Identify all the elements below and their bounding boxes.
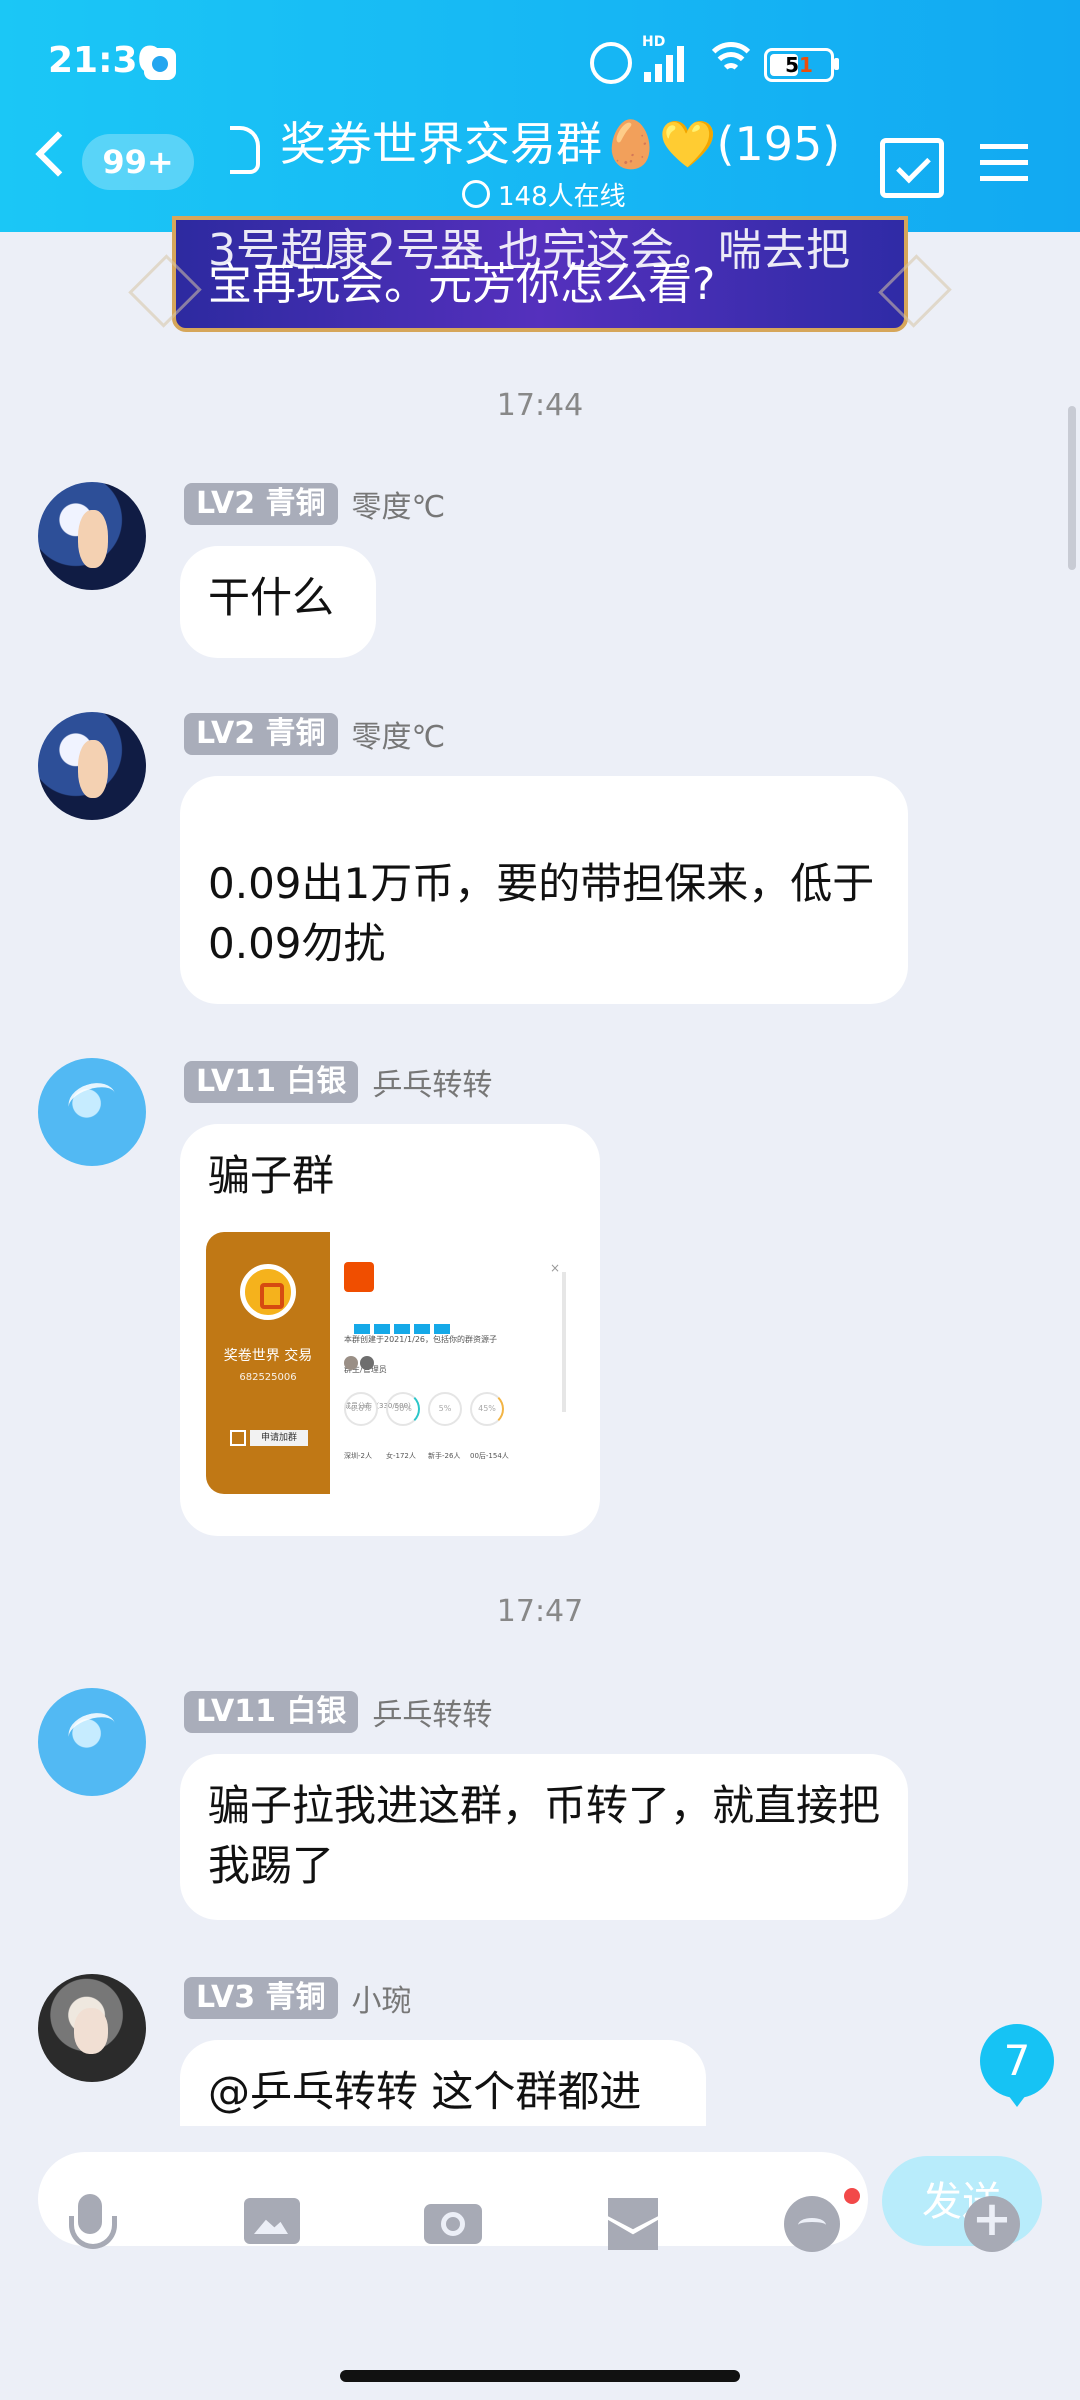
sender-name[interactable]: 乒乓转转 [372, 1690, 492, 1734]
share-icon [230, 1430, 246, 1446]
distribution-ring: 45% [470, 1392, 504, 1426]
screenshot-details-panel: × 本群创建于2021/1/26，包括你的群资源子 群主/管理员 成员分布（33… [330, 1232, 568, 1494]
message-text: 干什么 [208, 573, 335, 622]
message-bubble[interactable]: 干什么 [180, 546, 376, 658]
message-text: 0.09出1万币，要的带担保来，低于0.09勿扰 [208, 859, 875, 968]
online-status[interactable]: 148人在线 [462, 176, 626, 212]
distribution-ring: 0.6% [344, 1392, 378, 1426]
home-indicator[interactable] [340, 2370, 740, 2382]
emoji-notification-dot [844, 2188, 860, 2204]
game-icon [344, 1262, 374, 1292]
tag-chip [374, 1324, 390, 1334]
time-divider: 17:44 [496, 388, 584, 423]
message-meta: LV3 青铜 小琬 [184, 1976, 412, 2020]
hd-badge: HD [642, 34, 666, 50]
sender-name[interactable]: 零度℃ [352, 482, 446, 526]
pinned-message-banner[interactable]: 3号超康2号器 也完这会。喘去把 宝再玩会。元芳你怎么看? [172, 216, 908, 332]
message-text: @乒乓转转 这个群都进 [208, 2067, 642, 2116]
alarm-icon [590, 42, 632, 84]
unread-count-badge[interactable]: 99+ [82, 134, 194, 190]
message-bubble[interactable]: 0.09出1万币，要的带担保来，低于0.09勿扰 [180, 776, 908, 1004]
new-message-count-badge[interactable]: 7 [980, 2024, 1054, 2107]
avatar[interactable] [38, 1974, 146, 2082]
calendar-icon[interactable] [880, 138, 944, 198]
level-badge: LV11 白银 [184, 1061, 359, 1103]
ear-icon[interactable] [230, 126, 260, 174]
distribution-ring: 50% [386, 1392, 420, 1426]
signal-icon: HD [642, 34, 692, 82]
tag-chip [414, 1324, 430, 1334]
level-badge: LV11 白银 [184, 1691, 359, 1733]
level-badge: LV2 青铜 [184, 713, 338, 755]
chat-header: 21:30 HD 51 99+ 奖券世界交易群🥚💛(195) 148人在线 [0, 0, 1080, 232]
tag-chip [394, 1324, 410, 1334]
message-text: 骗子群 [208, 1151, 335, 1200]
sender-name[interactable]: 乒乓转转 [372, 1060, 492, 1104]
avatar[interactable] [38, 712, 146, 820]
wifi-icon [704, 42, 758, 80]
image-icon[interactable] [236, 2188, 306, 2258]
plus-icon[interactable] [956, 2188, 1026, 2258]
status-bar: 21:30 HD 51 [0, 0, 1080, 128]
distribution-ring: 5% [428, 1392, 462, 1426]
screenshot-join-button: 申请加群 [250, 1430, 308, 1446]
tag-chip [354, 1324, 370, 1334]
pinned-message-line-2: 宝再玩会。元芳你怎么看? [208, 259, 716, 310]
close-icon: × [549, 1261, 560, 1275]
message-meta: LV2 青铜 零度℃ [184, 712, 445, 756]
attached-group-screenshot[interactable]: 奖卷世界 交易 682525006 申请加群 × 本群创建于2021/1/26，… [206, 1232, 568, 1494]
distribution-caption: 深圳-2人 [344, 1452, 372, 1460]
emoji-icon[interactable] [776, 2188, 846, 2258]
message-bubble[interactable]: 骗子群 奖卷世界 交易 682525006 申请加群 × 本群创建于2021/1… [180, 1124, 600, 1536]
distribution-caption: 00后-154人 [470, 1452, 509, 1460]
distribution-caption: 女-172人 [386, 1452, 416, 1460]
camera-icon[interactable] [416, 2188, 486, 2258]
time-divider: 17:47 [496, 1594, 584, 1629]
online-text: 148人在线 [498, 181, 626, 212]
group-title[interactable]: 奖券世界交易群🥚💛(195) [280, 112, 840, 176]
menu-icon[interactable] [980, 142, 1028, 184]
level-badge: LV3 青铜 [184, 1977, 338, 2019]
group-avatar-icon [240, 1264, 296, 1320]
member-avatar [360, 1356, 374, 1370]
message-bubble[interactable]: 骗子拉我进这群，币转了，就直接把我踢了 [180, 1754, 908, 1920]
app-notification-icon [144, 48, 176, 80]
tag-chip [434, 1324, 450, 1334]
message-meta: LV11 白银 乒乓转转 [184, 1060, 492, 1104]
screenshot-scrollbar [562, 1272, 566, 1412]
message-text: 骗子拉我进这群，币转了，就直接把我踢了 [208, 1781, 881, 1890]
screenshot-group-panel: 奖卷世界 交易 682525006 申请加群 [206, 1232, 330, 1494]
sender-name[interactable]: 零度℃ [352, 712, 446, 756]
back-icon[interactable] [35, 131, 81, 177]
battery-icon: 51 [764, 48, 839, 82]
chat-scrollbar[interactable] [1068, 406, 1076, 570]
avatar[interactable] [38, 1058, 146, 1166]
level-badge: LV2 青铜 [184, 483, 338, 525]
screenshot-group-id: 682525006 [239, 1372, 297, 1383]
gift-icon[interactable] [596, 2188, 666, 2258]
message-composer: 发送 [0, 2126, 1080, 2400]
message-meta: LV2 青铜 零度℃ [184, 482, 445, 526]
sender-name[interactable]: 小琬 [352, 1976, 412, 2020]
avatar[interactable] [38, 482, 146, 590]
microphone-icon[interactable] [56, 2188, 126, 2258]
member-avatar [344, 1356, 358, 1370]
message-bubble[interactable]: @乒乓转转 这个群都进 [180, 2040, 706, 2126]
avatar[interactable] [38, 1688, 146, 1796]
online-icon [462, 180, 490, 208]
message-meta: LV11 白银 乒乓转转 [184, 1690, 492, 1734]
distribution-caption: 新手-26人 [428, 1452, 461, 1460]
battery-level: 51 [785, 53, 813, 77]
